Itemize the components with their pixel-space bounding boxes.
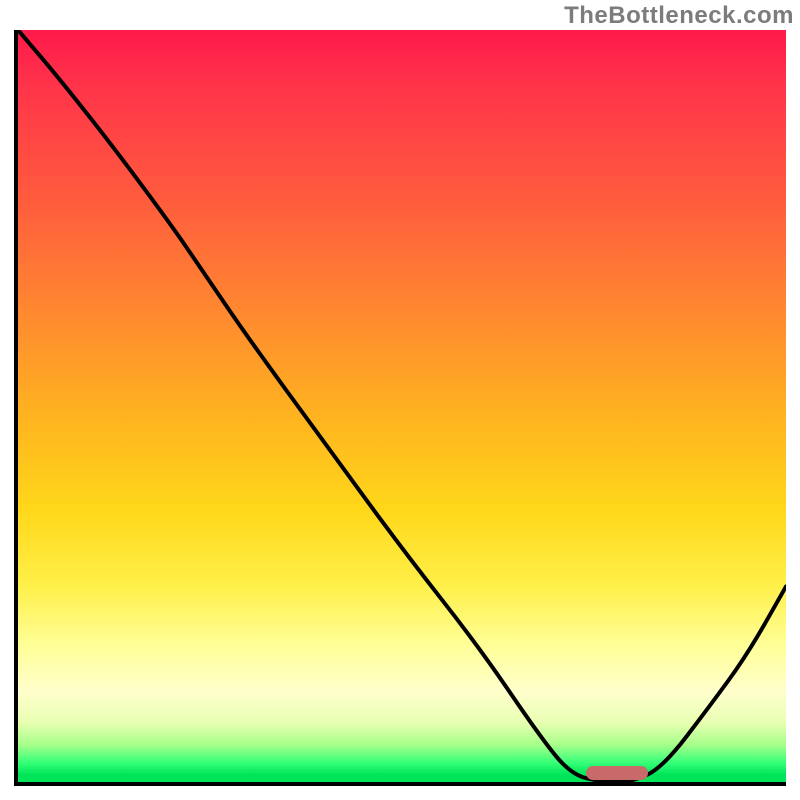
watermark-text: TheBottleneck.com (564, 2, 794, 30)
optimal-range-marker (586, 766, 647, 780)
bottleneck-curve (18, 30, 786, 782)
plot-area (14, 30, 786, 786)
chart-frame: TheBottleneck.com (0, 0, 800, 800)
